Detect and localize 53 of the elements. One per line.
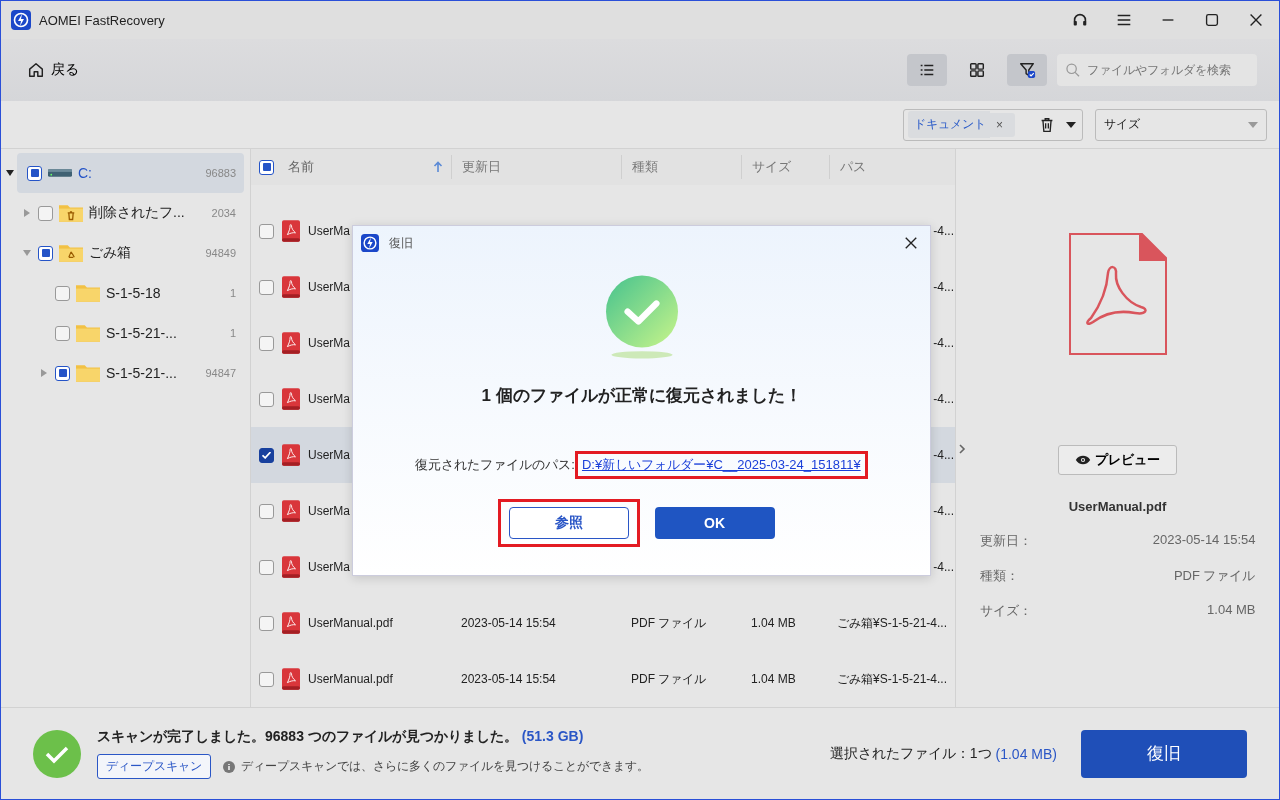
file-type: PDF ファイル [631,614,707,632]
tree-item-label: 削除されたフ... [89,204,185,222]
file-name: UserManual.pdf [308,672,393,686]
tree-item-label: S-1-5-21-... [106,365,177,381]
detail-value: 1.04 MB [1207,602,1256,619]
total-size: (51.3 GB) [521,728,584,746]
tree-item-label: S-1-5-18 [106,285,161,301]
selected-size: (1.04 MB) [995,745,1057,762]
item-count: 1 [229,327,236,339]
item-count: 96883 [205,167,236,179]
file-path: -4... [933,336,954,350]
file-type: PDF ファイル [631,670,707,688]
preview-file-name: UserManual.pdf [1068,499,1167,514]
detail-label: サイズ： [979,602,1032,620]
file-path: ごみ箱¥S-1-5-21-4... [837,670,948,688]
detail-label: 更新日： [979,532,1032,550]
file-path: ごみ箱¥S-1-5-21-4... [837,614,948,632]
filter-tag: ドキュメント [908,111,990,138]
detail-value: 2023-05-14 15:54 [1152,532,1256,549]
file-name: UserMa [308,504,350,518]
dialog-title: 復旧 [389,234,413,252]
path-label: 復元されたファイルのパス: [415,456,575,474]
file-name: UserMa [308,280,350,294]
file-size: 1.04 MB [751,672,796,686]
file-name: UserMa [308,392,350,406]
file-path: -4... [933,280,954,294]
file-path: -4... [933,392,954,406]
file-path: -4... [933,504,954,518]
file-path: -4... [933,224,954,238]
file-name: UserMa [308,448,350,462]
item-count: 1 [229,287,236,299]
detail-value: PDF ファイル [1173,567,1256,585]
file-name: UserManual.pdf [308,616,393,630]
file-name: UserMa [308,224,350,238]
success-message: 1 個のファイルが正常に復元されました！ [481,385,802,407]
tree-item-label: S-1-5-21-... [106,325,177,341]
item-count: 2034 [211,207,236,219]
modified-date: 2023-05-14 15:54 [461,616,556,630]
file-name: UserMa [308,336,350,350]
item-count: 94849 [205,247,236,259]
file-path: -4... [933,448,954,462]
scan-result-message: スキャンが完了しました。96883 つのファイルが見つかりました。 [97,728,518,746]
tree-item-label: C: [78,165,92,181]
detail-label: 種類： [979,567,1019,585]
file-name: UserMa [308,560,350,574]
deep-scan-hint: ディープスキャンでは、さらに多くのファイルを見つけることができます。 [241,758,649,775]
file-size: 1.04 MB [751,616,796,630]
window-title: AOMEI FastRecovery [39,12,165,28]
item-count: 94847 [205,367,236,379]
tree-item-label: ごみ箱 [89,244,131,262]
file-path: -4... [933,560,954,574]
modified-date: 2023-05-14 15:54 [461,672,556,686]
selected-files-label: 選択されたファイル：1つ [829,744,992,763]
